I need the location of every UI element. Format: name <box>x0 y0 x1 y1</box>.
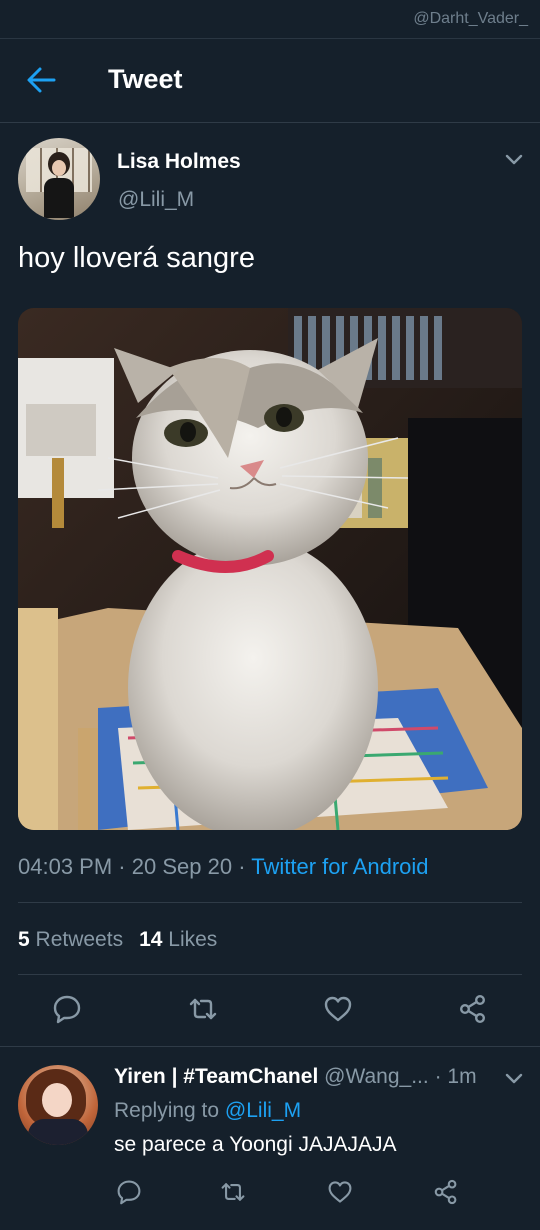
reply-author-handle[interactable]: @Wang_... <box>324 1065 429 1088</box>
cat-photo-image <box>18 308 522 830</box>
reply-reply-button[interactable] <box>116 1179 142 1205</box>
reply-author-name[interactable]: Yiren | #TeamChanel <box>114 1065 318 1088</box>
tweet-menu-button[interactable] <box>502 150 526 170</box>
reply-button[interactable] <box>52 994 82 1024</box>
reply-share-button[interactable] <box>433 1179 459 1205</box>
reply-tweet[interactable]: Yiren | #TeamChanel @Wang_... · 1m Reply… <box>0 1047 540 1230</box>
replying-prefix: Replying to <box>114 1099 220 1122</box>
retweet-icon <box>221 1183 245 1201</box>
watermark: @Darht_Vader_ <box>413 10 528 27</box>
share-icon <box>460 995 486 1024</box>
back-button[interactable] <box>24 64 58 96</box>
author-avatar[interactable] <box>18 138 100 220</box>
retweet-button[interactable] <box>188 994 218 1024</box>
top-bar: Tweet <box>0 38 540 123</box>
share-button[interactable] <box>458 994 488 1024</box>
retweets-count: 5 <box>18 928 30 951</box>
reply-author-avatar[interactable] <box>18 1065 98 1145</box>
likes-label: Likes <box>168 928 218 951</box>
meta-separator: · <box>434 1065 442 1088</box>
likes-stat[interactable]: 14 Likes <box>139 928 217 951</box>
tweet-detail-screen: @Darht_Vader_ Tweet Lisa Holmes @Lili_M … <box>0 0 540 1230</box>
reply-icon <box>117 1180 141 1205</box>
reply-header: Yiren | #TeamChanel @Wang_... · 1m <box>114 1065 494 1089</box>
share-icon <box>434 1179 457 1205</box>
reply-age: 1m <box>447 1065 477 1088</box>
tweet-actions <box>0 870 540 1024</box>
arrow-left-icon <box>27 67 56 93</box>
page-title: Tweet <box>108 64 183 94</box>
author-handle[interactable]: @Lili_M <box>118 188 194 212</box>
chevron-down-icon <box>505 154 523 165</box>
tweet-text: hoy lloverá sangre <box>18 242 255 274</box>
retweets-stat[interactable]: 5 Retweets <box>18 928 123 951</box>
author-name[interactable]: Lisa Holmes <box>117 150 241 174</box>
likes-count: 14 <box>139 928 163 951</box>
replying-to: Replying to @Lili_M <box>114 1099 301 1123</box>
reply-icon <box>53 995 81 1024</box>
watermark-bar: @Darht_Vader_ <box>0 0 540 39</box>
retweet-icon <box>189 998 217 1020</box>
reply-retweet-button[interactable] <box>220 1179 246 1205</box>
tweet-photo[interactable] <box>18 308 522 830</box>
retweets-label: Retweets <box>35 928 124 951</box>
replying-to-mention[interactable]: @Lili_M <box>225 1099 301 1122</box>
reply-like-button[interactable] <box>327 1179 353 1205</box>
divider <box>18 974 522 975</box>
reply-text: se parece a Yoongi JAJAJAJA <box>114 1133 397 1156</box>
chevron-down-icon <box>505 1073 523 1084</box>
tweet-stats: 5 Retweets 14 Likes <box>18 928 217 952</box>
like-button[interactable] <box>323 994 353 1024</box>
reply-menu-button[interactable] <box>502 1069 526 1089</box>
like-icon <box>324 996 352 1022</box>
like-icon <box>328 1181 352 1203</box>
